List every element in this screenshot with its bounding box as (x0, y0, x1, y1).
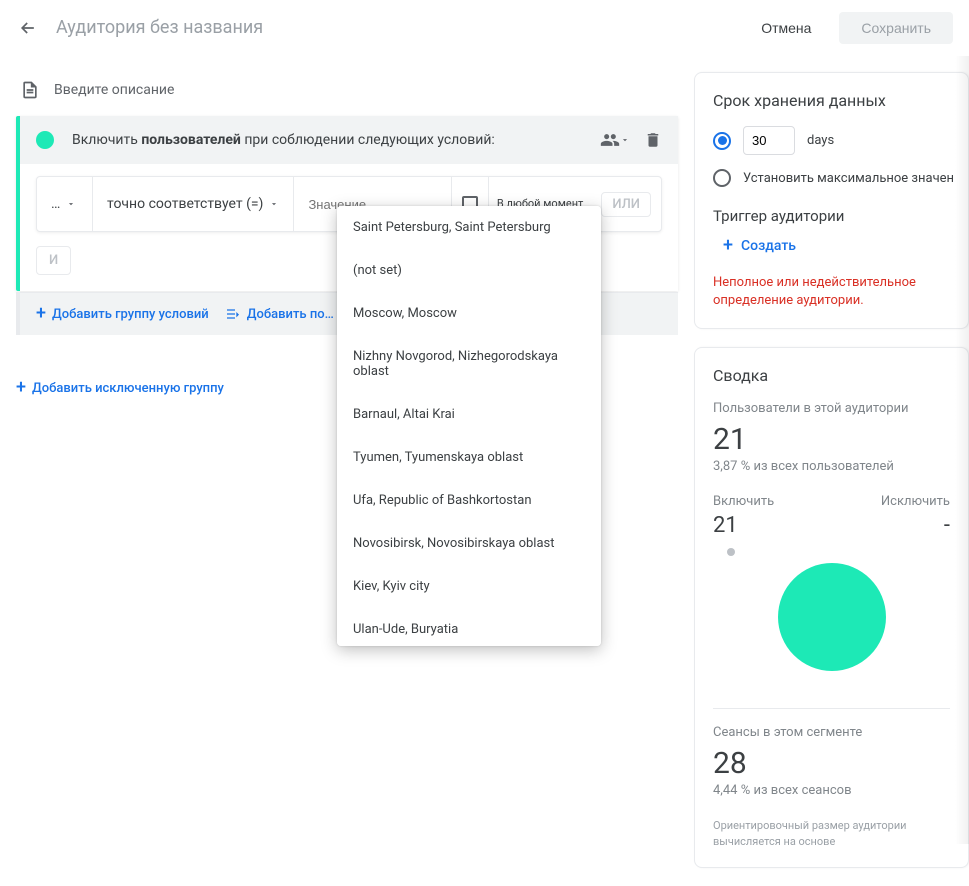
plus-icon: + (723, 235, 733, 256)
sessions-value: 28 (713, 746, 950, 781)
users-value: 21 (713, 422, 950, 457)
cancel-button[interactable]: Отмена (741, 12, 831, 44)
dropdown-item[interactable]: Nizhny Novgorod, Nizhegorodskaya oblast (337, 335, 601, 393)
radio-selected-icon (713, 132, 731, 150)
condition-title: Включить пользователей при соблюдении сл… (72, 132, 600, 148)
description-row[interactable]: Введите описание (16, 72, 678, 116)
delete-group-button[interactable] (644, 131, 662, 149)
people-icon (600, 130, 620, 150)
include-indicator (36, 131, 54, 149)
back-button[interactable] (16, 16, 40, 40)
and-button[interactable]: И (36, 246, 71, 275)
plus-icon: + (36, 305, 46, 323)
value-dropdown: Saint Petersburg, Saint Petersburg (not … (337, 206, 601, 646)
add-sequence-button[interactable]: Добавить по… (225, 305, 334, 323)
retention-panel: Срок хранения данных days Установить мак… (694, 72, 969, 329)
footnote: Ориентировочный размер аудитории вычисля… (713, 818, 950, 849)
include-label: Включить (713, 494, 774, 509)
page-header: Аудитория без названия Отмена Сохранить (0, 0, 969, 56)
caret-down-icon (620, 135, 630, 145)
or-button[interactable]: ИЛИ (601, 192, 651, 217)
users-label: Пользователи в этой аудитории (713, 401, 950, 416)
dropdown-item[interactable]: Ufa, Republic of Bashkortostan (337, 479, 601, 522)
match-type-selector[interactable]: точно соответствует (=) (93, 177, 294, 231)
sequence-icon (225, 306, 241, 322)
dropdown-item[interactable]: Tyumen, Tyumenskaya oblast (337, 436, 601, 479)
trash-icon (644, 131, 662, 149)
description-icon (20, 80, 40, 100)
days-input[interactable] (743, 126, 795, 155)
add-condition-group-button[interactable]: + Добавить группу условий (36, 305, 209, 323)
exclude-value: - (944, 513, 950, 538)
error-message: Неполное или недействительное определени… (713, 274, 950, 310)
pie-slice-include (778, 563, 886, 671)
dropdown-item[interactable]: Novosibirsk, Novosibirskaya oblast (337, 522, 601, 565)
users-pct: 3,87 % из всех пользователей (713, 459, 950, 474)
dropdown-item[interactable]: Saint Petersburg, Saint Petersburg (337, 206, 601, 249)
summary-panel: Сводка Пользователи в этой аудитории 21 … (694, 347, 969, 868)
trigger-title: Триггер аудитории (713, 207, 950, 225)
create-trigger-button[interactable]: + Создать (713, 235, 950, 256)
pie-chart (713, 548, 950, 678)
dropdown-item[interactable]: Barnaul, Altai Krai (337, 393, 601, 436)
chart-marker (727, 548, 735, 556)
summary-title: Сводка (713, 366, 950, 385)
scope-selector[interactable] (600, 130, 630, 150)
dropdown-item[interactable]: Ulan-Ude, Buryatia (337, 608, 601, 646)
retention-title: Срок хранения данных (713, 91, 950, 110)
caret-down-icon (269, 199, 279, 209)
save-button[interactable]: Сохранить (839, 12, 953, 44)
plus-icon: + (16, 379, 26, 397)
caret-down-icon (66, 199, 76, 209)
dropdown-item[interactable]: (not set) (337, 249, 601, 292)
exclude-label: Исключить (881, 494, 950, 509)
dimension-selector[interactable]: … (37, 177, 93, 231)
page-title[interactable]: Аудитория без названия (56, 17, 741, 38)
radio-unselected-icon (713, 169, 731, 187)
dropdown-item[interactable]: Kiev, Kyiv city (337, 565, 601, 608)
description-placeholder: Введите описание (54, 82, 174, 98)
sessions-pct: 4,44 % из всех сеансов (713, 783, 950, 798)
sessions-label: Сеансы в этом сегменте (713, 725, 950, 740)
retention-days-option[interactable]: days (713, 126, 950, 155)
arrow-left-icon (18, 18, 38, 38)
include-value: 21 (713, 513, 738, 538)
divider (713, 708, 950, 709)
retention-max-option[interactable]: Установить максимальное значен (713, 169, 950, 187)
dropdown-item[interactable]: Moscow, Moscow (337, 292, 601, 335)
condition-header: Включить пользователей при соблюдении сл… (20, 116, 678, 164)
